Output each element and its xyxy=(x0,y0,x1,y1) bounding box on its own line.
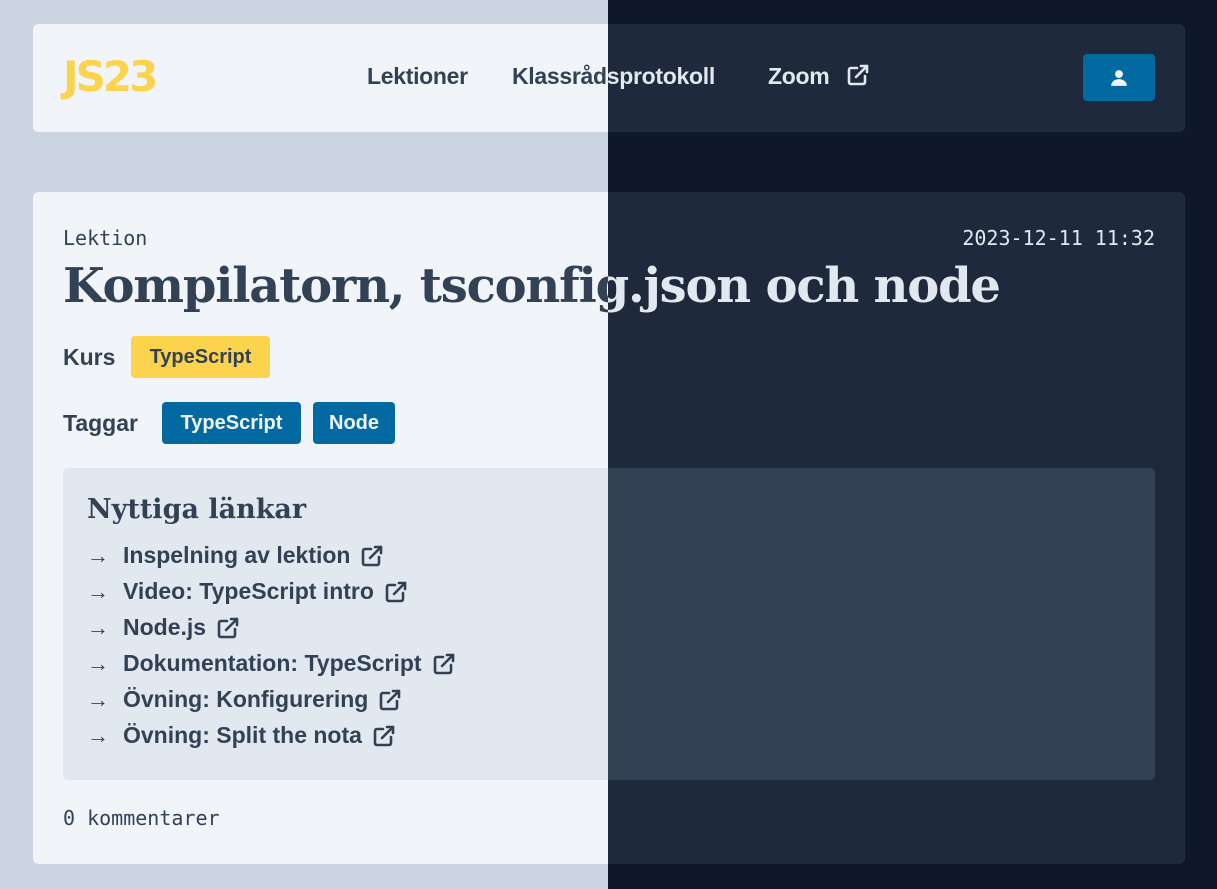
arrow-right-icon: → xyxy=(87,686,109,712)
comments-count[interactable]: 0 kommentarer xyxy=(63,806,220,830)
user-menu-button[interactable] xyxy=(1083,54,1155,101)
tag-node[interactable]: Node xyxy=(313,402,395,444)
useful-links-box: Nyttiga länkar → Inspelning av lektion →… xyxy=(63,468,1155,780)
site-header: JS23 Lektioner Klassrådsprotokoll Klassr… xyxy=(33,24,1185,132)
link-video-intro[interactable]: → Video: TypeScript intro xyxy=(87,578,408,605)
tags-label: Taggar xyxy=(63,410,138,436)
nav-klassradsprotokoll-dark: Klassrådsprotokoll xyxy=(608,63,715,89)
external-link-icon xyxy=(216,616,240,640)
link-label: Node.js xyxy=(123,614,207,640)
link-ovning-konfigurering[interactable]: → Övning: Konfigurering xyxy=(87,686,402,713)
nav-klassradsprotokoll[interactable]: Klassrådsprotokoll xyxy=(512,63,608,90)
external-link-icon xyxy=(384,580,408,604)
link-ovning-split[interactable]: → Övning: Split the nota xyxy=(87,722,396,749)
useful-links-title: Nyttiga länkar xyxy=(87,494,307,525)
course-badge[interactable]: TypeScript xyxy=(131,336,270,378)
user-icon xyxy=(1111,69,1127,86)
link-label: Dokumentation: TypeScript xyxy=(123,650,422,676)
course-label: Kurs xyxy=(63,344,116,370)
lesson-card: Lektion 2023-12-11 11:32 Kompilatorn, ts… xyxy=(33,192,1185,864)
external-link-icon xyxy=(378,688,402,712)
link-label: Inspelning av lektion xyxy=(123,542,351,568)
lesson-title-dark: Kompilatorn, tsconfig.json och node xyxy=(608,258,1001,314)
link-label: Video: TypeScript intro xyxy=(123,578,374,604)
link-label: Övning: Konfigurering xyxy=(123,686,369,712)
arrow-right-icon: → xyxy=(87,578,109,604)
external-link-icon xyxy=(432,652,456,676)
nav-zoom[interactable]: Zoom xyxy=(768,63,870,90)
link-label: Övning: Split the nota xyxy=(123,722,362,748)
arrow-right-icon: → xyxy=(87,650,109,676)
external-link-icon xyxy=(372,724,396,748)
link-inspelning[interactable]: → Inspelning av lektion xyxy=(87,542,384,569)
arrow-right-icon: → xyxy=(87,722,109,748)
link-nodejs[interactable]: → Node.js xyxy=(87,614,240,641)
external-link-icon xyxy=(360,544,384,568)
link-dokumentation[interactable]: → Dokumentation: TypeScript xyxy=(87,650,456,677)
external-link-icon xyxy=(847,64,868,86)
tag-typescript[interactable]: TypeScript xyxy=(162,402,301,444)
lesson-title: Kompilatorn, tsconfig.json och node xyxy=(63,258,608,314)
arrow-right-icon: → xyxy=(87,542,109,568)
arrow-right-icon: → xyxy=(87,614,109,640)
nav-zoom-label: Zoom xyxy=(768,63,830,89)
